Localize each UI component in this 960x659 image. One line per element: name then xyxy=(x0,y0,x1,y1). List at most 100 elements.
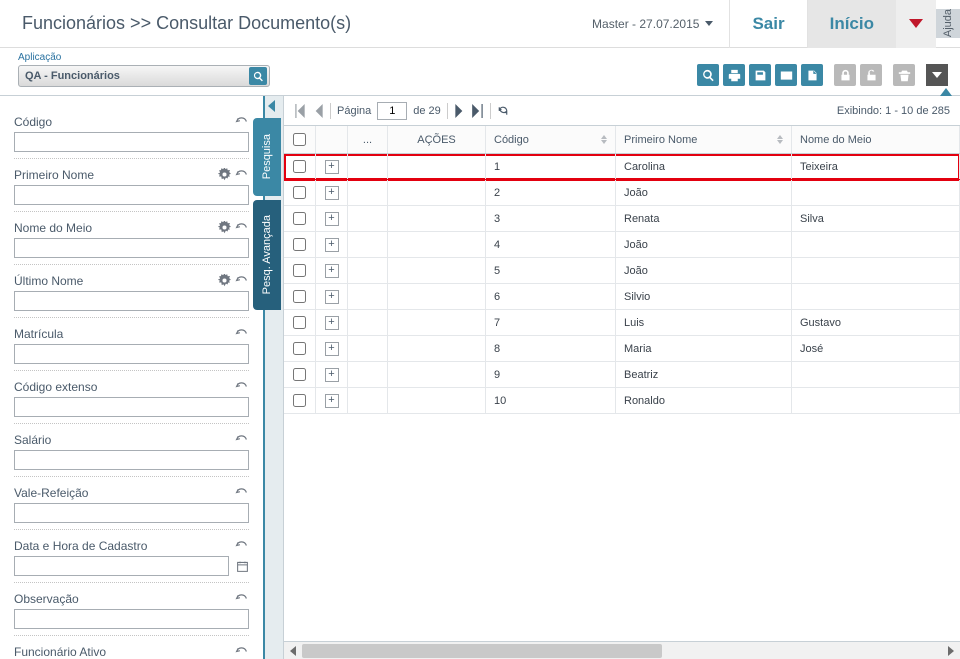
pager-input[interactable] xyxy=(377,102,407,120)
toolbar-more-button[interactable] xyxy=(926,64,948,86)
row-checkbox[interactable] xyxy=(293,186,306,199)
toolbar-mail-button[interactable] xyxy=(775,64,797,86)
input-vale[interactable] xyxy=(14,503,249,523)
grid-col-nome-meio[interactable]: Nome do Meio xyxy=(792,126,960,153)
user-menu-chevron-icon[interactable] xyxy=(705,21,713,26)
home-button[interactable]: Início xyxy=(807,0,896,48)
pager-refresh-icon[interactable] xyxy=(497,104,509,118)
row-expand-icon[interactable]: + xyxy=(325,160,339,174)
application-search-icon[interactable] xyxy=(249,67,267,85)
row-checkbox[interactable] xyxy=(293,368,306,381)
current-user: Master - 27.07.2015 xyxy=(592,17,699,31)
row-expand-icon[interactable]: + xyxy=(325,238,339,252)
clear-icon[interactable] xyxy=(234,167,249,182)
pager-first-icon[interactable] xyxy=(294,104,306,118)
cell-codigo: 7 xyxy=(486,310,616,335)
row-checkbox[interactable] xyxy=(293,316,306,329)
table-row[interactable]: +6Silvio xyxy=(284,284,960,310)
cell-codigo: 3 xyxy=(486,206,616,231)
calendar-icon[interactable] xyxy=(235,559,249,574)
input-obs[interactable] xyxy=(14,609,249,629)
clear-icon[interactable] xyxy=(234,379,249,394)
table-row[interactable]: +9Beatriz xyxy=(284,362,960,388)
toolbar-lock-button[interactable] xyxy=(834,64,856,86)
row-expand-icon[interactable]: + xyxy=(325,290,339,304)
scroll-thumb[interactable] xyxy=(302,644,662,658)
results-grid: Página de 29 Exibindo: 1 - 10 de 285 ...… xyxy=(283,96,960,659)
logout-button[interactable]: Sair xyxy=(729,0,806,48)
gear-icon[interactable] xyxy=(217,220,232,235)
toolbar-search-button[interactable] xyxy=(697,64,719,86)
clear-icon[interactable] xyxy=(234,114,249,129)
toolbar-print-button[interactable] xyxy=(723,64,745,86)
grid-checkall[interactable] xyxy=(293,133,306,146)
row-expand-icon[interactable]: + xyxy=(325,316,339,330)
grid-col-codigo[interactable]: Código xyxy=(486,126,616,153)
toolbar-delete-button[interactable] xyxy=(893,64,915,86)
grid-col-acoes[interactable]: AÇÕES xyxy=(388,126,486,153)
row-expand-icon[interactable]: + xyxy=(325,394,339,408)
row-checkbox[interactable] xyxy=(293,212,306,225)
clear-icon[interactable] xyxy=(234,644,249,659)
collapse-left-icon[interactable] xyxy=(268,100,275,112)
row-expand-icon[interactable]: + xyxy=(325,186,339,200)
field-label-matricula: Matrícula xyxy=(14,327,232,341)
panel-collapse-up-icon[interactable] xyxy=(940,88,952,96)
input-matricula[interactable] xyxy=(14,344,249,364)
row-checkbox[interactable] xyxy=(293,264,306,277)
help-button[interactable]: Ajuda xyxy=(936,9,960,37)
scroll-right-icon[interactable] xyxy=(944,644,958,658)
gear-icon[interactable] xyxy=(217,273,232,288)
table-row[interactable]: +4João xyxy=(284,232,960,258)
row-checkbox[interactable] xyxy=(293,290,306,303)
clear-icon[interactable] xyxy=(234,432,249,447)
table-row[interactable]: +8MariaJosé xyxy=(284,336,960,362)
pager-next-icon[interactable] xyxy=(454,104,466,118)
table-row[interactable]: +1CarolinaTeixeira xyxy=(284,154,960,180)
row-checkbox[interactable] xyxy=(293,160,306,173)
row-checkbox[interactable] xyxy=(293,238,306,251)
input-datahora[interactable] xyxy=(14,556,229,576)
table-row[interactable]: +7LuisGustavo xyxy=(284,310,960,336)
row-expand-icon[interactable]: + xyxy=(325,212,339,226)
clear-icon[interactable] xyxy=(234,273,249,288)
page-title: Funcionários >> Consultar Documento(s) xyxy=(22,13,351,34)
input-ultimo-nome[interactable] xyxy=(14,291,249,311)
clear-icon[interactable] xyxy=(234,485,249,500)
clear-icon[interactable] xyxy=(234,326,249,341)
input-codigo-ext[interactable] xyxy=(14,397,249,417)
cell-nome-meio xyxy=(792,388,960,413)
cell-codigo: 8 xyxy=(486,336,616,361)
grid-header-more[interactable]: ... xyxy=(348,126,388,153)
row-expand-icon[interactable]: + xyxy=(325,342,339,356)
application-select[interactable]: QA - Funcionários xyxy=(18,65,270,87)
tab-pesquisa[interactable]: Pesquisa xyxy=(253,118,281,196)
row-checkbox[interactable] xyxy=(293,394,306,407)
scroll-left-icon[interactable] xyxy=(286,644,300,658)
toolbar-unlock-button[interactable] xyxy=(860,64,882,86)
table-row[interactable]: +3RenataSilva xyxy=(284,206,960,232)
input-codigo[interactable] xyxy=(14,132,249,152)
toolbar-save-button[interactable] xyxy=(749,64,771,86)
table-row[interactable]: +5João xyxy=(284,258,960,284)
pager-last-icon[interactable] xyxy=(472,104,484,118)
clear-icon[interactable] xyxy=(234,591,249,606)
grid-col-primeiro-nome[interactable]: Primeiro Nome xyxy=(616,126,792,153)
row-expand-icon[interactable]: + xyxy=(325,264,339,278)
input-nome-meio[interactable] xyxy=(14,238,249,258)
gear-icon[interactable] xyxy=(217,167,232,182)
clear-icon[interactable] xyxy=(234,220,249,235)
tab-pesquisa-avancada[interactable]: Pesq. Avançada xyxy=(253,200,281,310)
grid-horizontal-scrollbar[interactable] xyxy=(284,641,960,659)
pager-prev-icon[interactable] xyxy=(312,104,324,118)
input-salario[interactable] xyxy=(14,450,249,470)
row-expand-icon[interactable]: + xyxy=(325,368,339,382)
input-primeiro-nome[interactable] xyxy=(14,185,249,205)
row-checkbox[interactable] xyxy=(293,342,306,355)
cell-nome-meio xyxy=(792,180,960,205)
table-row[interactable]: +10Ronaldo xyxy=(284,388,960,414)
toolbar-export-button[interactable] xyxy=(801,64,823,86)
header-menu-button[interactable] xyxy=(896,0,936,48)
clear-icon[interactable] xyxy=(234,538,249,553)
table-row[interactable]: +2João xyxy=(284,180,960,206)
